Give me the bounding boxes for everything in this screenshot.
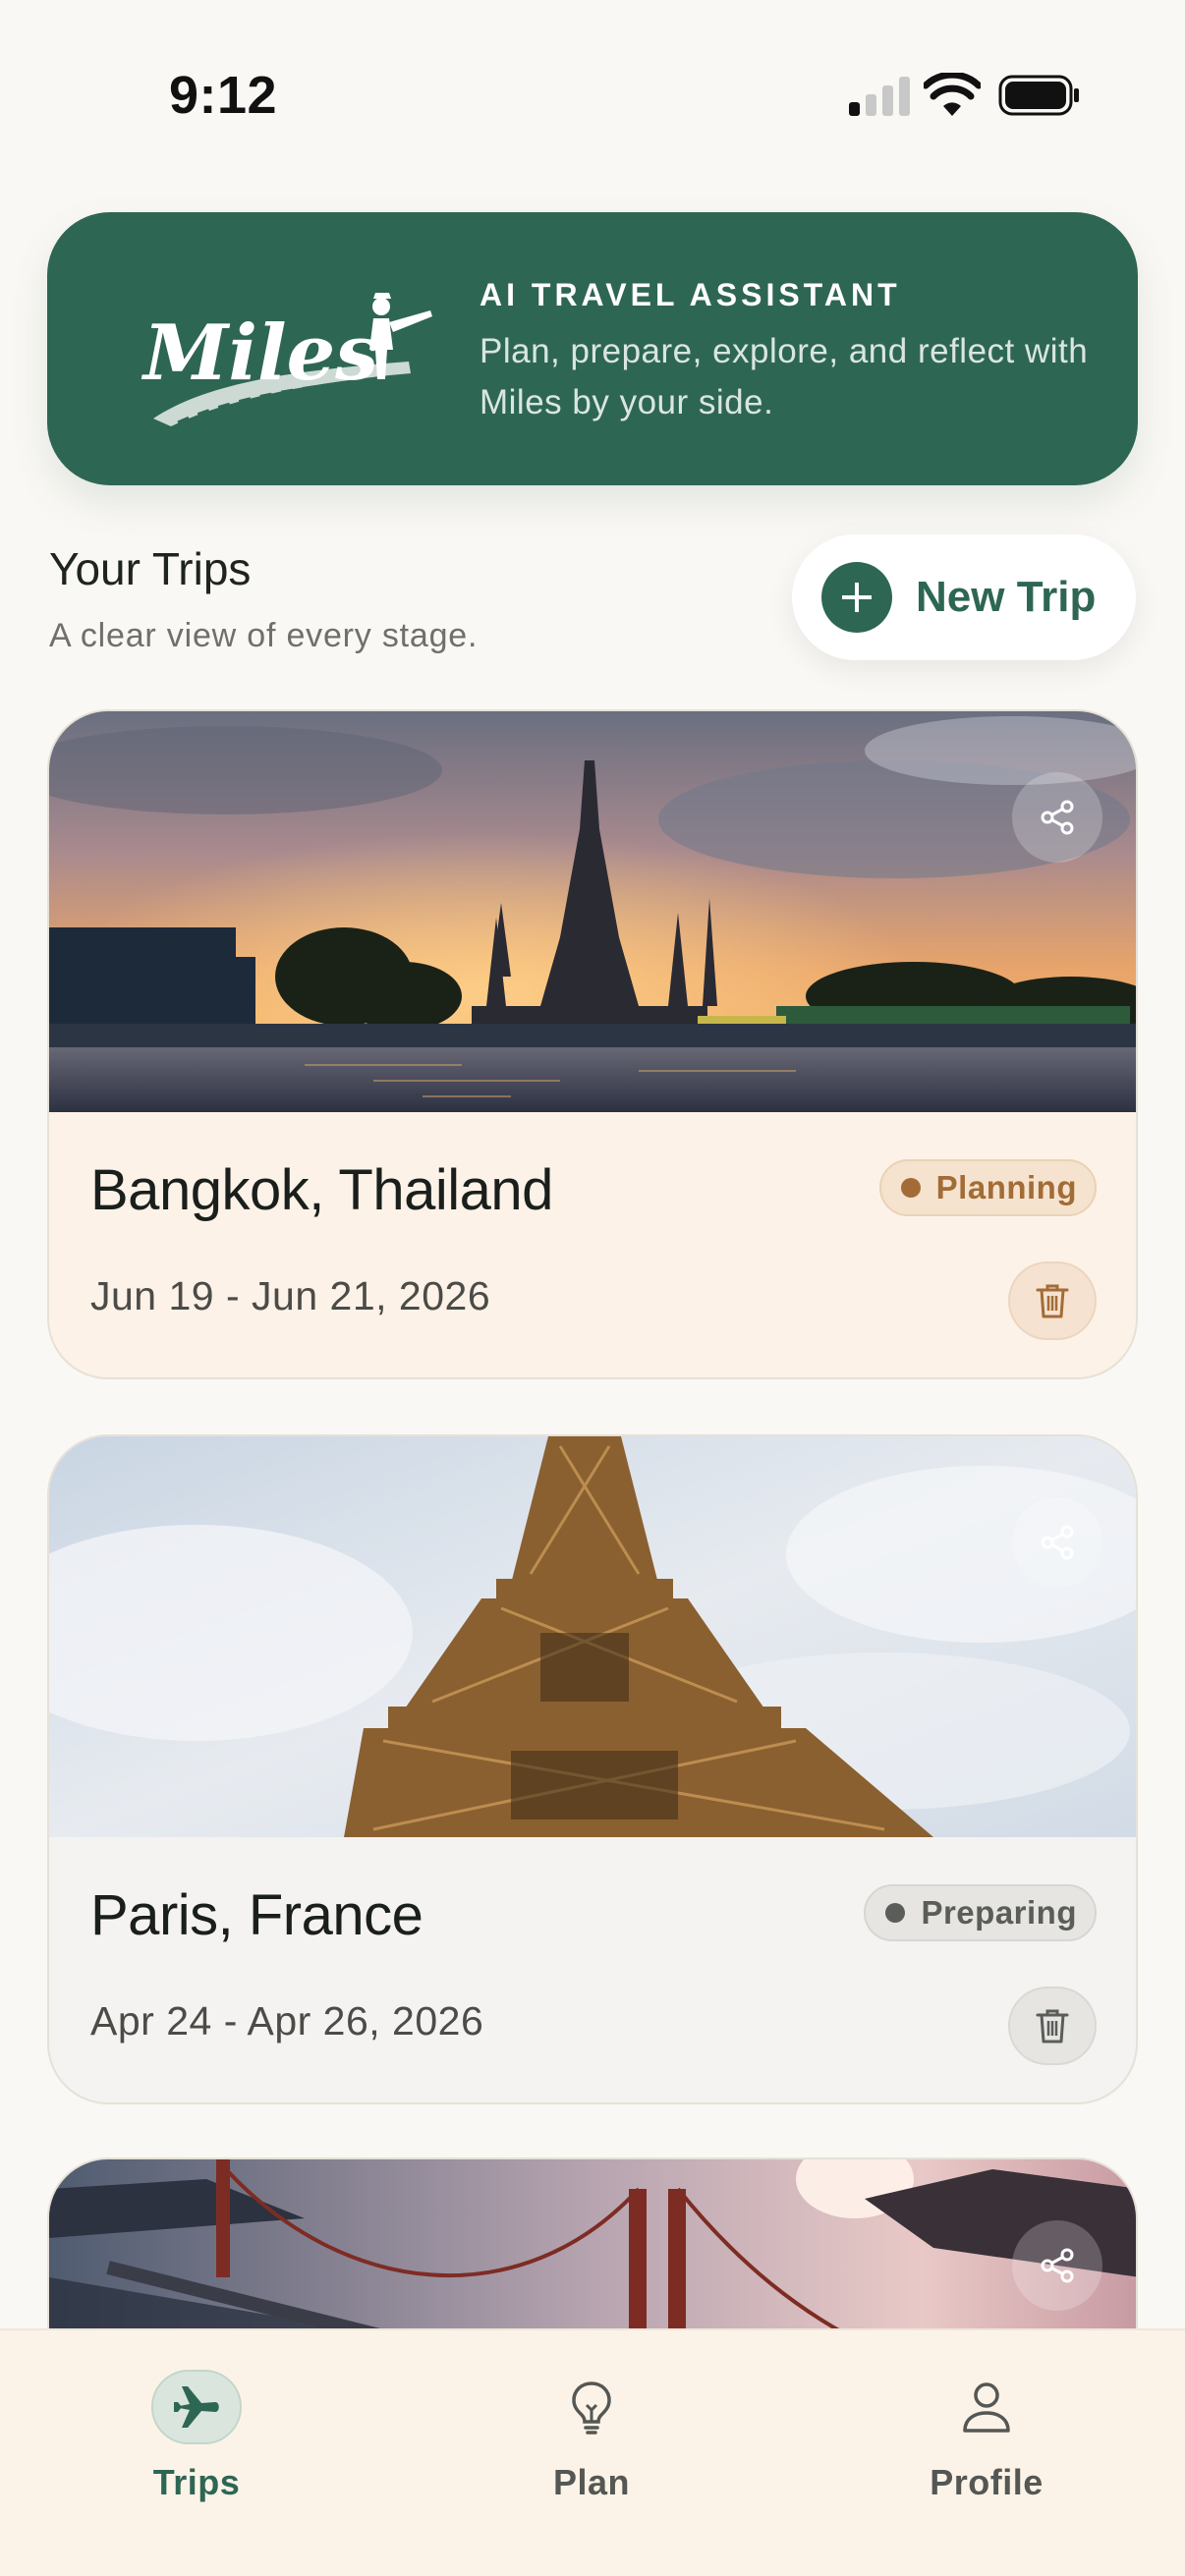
cellular-signal-icon xyxy=(849,77,910,116)
share-button[interactable] xyxy=(1012,1497,1102,1588)
status-bar: 9:12 xyxy=(0,0,1185,187)
svg-text:Miles: Miles xyxy=(141,308,378,398)
tab-plan-icon-wrap xyxy=(546,2370,637,2444)
trip-photo-eiffel-tower xyxy=(49,1436,1136,1837)
trash-icon xyxy=(1036,1284,1069,1318)
status-dot xyxy=(885,1903,906,1923)
trip-card[interactable]: Paris, France Preparing Apr 24 - Apr 26,… xyxy=(47,1434,1138,2104)
status-label: Preparing xyxy=(921,1894,1077,1931)
tab-profile-icon-wrap xyxy=(941,2370,1032,2444)
bottom-tab-bar: Trips Plan Profile xyxy=(0,2328,1185,2576)
share-icon xyxy=(1041,800,1074,835)
battery-icon xyxy=(998,75,1079,116)
delete-trip-button[interactable] xyxy=(1008,1261,1097,1340)
trip-card[interactable]: Bangkok, Thailand Planning Jun 19 - Jun … xyxy=(47,709,1138,1379)
banner-kicker: AI TRAVEL ASSISTANT xyxy=(480,277,901,312)
tab-label: Profile xyxy=(930,2462,1044,2502)
person-icon xyxy=(963,2382,1010,2433)
ai-assistant-banner[interactable]: Miles AI TRAVEL ASSISTANT Plan, prepare,… xyxy=(47,212,1138,485)
trash-icon xyxy=(1036,2009,1069,2044)
miles-logo: Miles xyxy=(141,293,432,426)
trip-name: Paris, France xyxy=(90,1883,423,1947)
status-time: 9:12 xyxy=(169,66,278,125)
trip-dates: Jun 19 - Jun 21, 2026 xyxy=(90,1273,491,1318)
trip-dates: Apr 24 - Apr 26, 2026 xyxy=(90,1998,484,2044)
status-dot xyxy=(900,1178,921,1198)
status-badge: Planning xyxy=(878,1159,1097,1216)
new-trip-button[interactable]: New Trip xyxy=(792,534,1136,660)
plus-icon xyxy=(821,562,892,633)
tab-label: Trips xyxy=(152,2462,241,2502)
new-trip-label: New Trip xyxy=(916,573,1097,621)
status-badge: Preparing xyxy=(864,1884,1097,1941)
tab-trips[interactable]: Trips xyxy=(79,2370,314,2537)
tab-label: Plan xyxy=(552,2462,631,2502)
trip-name: Bangkok, Thailand xyxy=(90,1158,553,1222)
tab-profile[interactable]: Profile xyxy=(869,2370,1104,2537)
trips-section-subtitle: A clear view of every stage. xyxy=(49,617,479,654)
tab-plan[interactable]: Plan xyxy=(474,2370,709,2537)
share-button[interactable] xyxy=(1012,772,1102,863)
trips-section-title: Your Trips xyxy=(49,543,252,594)
delete-trip-button[interactable] xyxy=(1008,1987,1097,2065)
trip-photo-temple xyxy=(49,711,1136,1112)
airplane-icon xyxy=(174,2386,219,2428)
share-icon xyxy=(1041,1525,1074,1560)
wifi-icon xyxy=(924,73,981,116)
banner-tagline: Plan, prepare, explore, and reflect with… xyxy=(480,332,1089,421)
tab-trips-icon-wrap xyxy=(151,2370,242,2444)
share-button[interactable] xyxy=(1012,2220,1102,2311)
status-label: Planning xyxy=(935,1169,1077,1205)
share-icon xyxy=(1041,2248,1074,2283)
lightbulb-icon xyxy=(572,2381,611,2435)
